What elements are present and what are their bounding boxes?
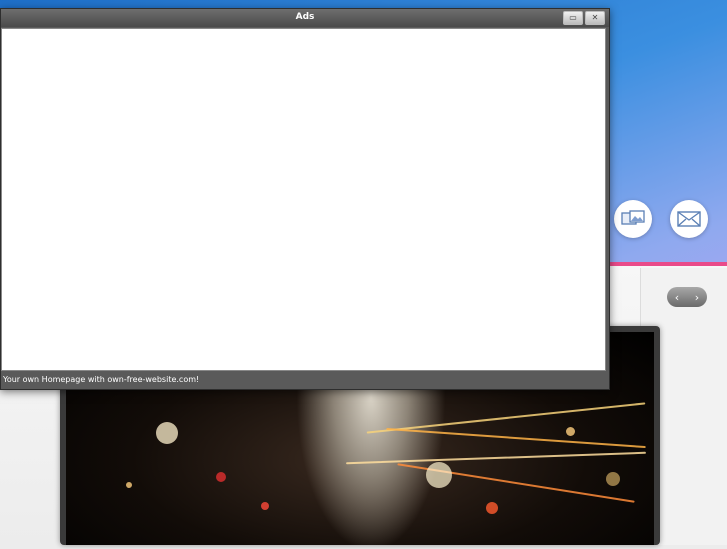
gallery-button[interactable]	[614, 200, 652, 238]
window-title: Ads	[295, 12, 315, 22]
maximize-icon: ▭	[569, 13, 577, 22]
maximize-button[interactable]: ▭	[563, 11, 583, 25]
contact-button[interactable]	[670, 200, 708, 238]
window-titlebar[interactable]: Ads ▭ ✕	[1, 9, 609, 27]
ad-content-area	[1, 28, 606, 371]
prev-arrow-button[interactable]: ‹	[675, 292, 679, 303]
next-arrow-button[interactable]: ›	[695, 292, 699, 303]
window-controls: ▭ ✕	[563, 11, 605, 25]
mail-icon	[677, 211, 701, 227]
close-icon: ✕	[591, 13, 599, 22]
close-button[interactable]: ✕	[585, 11, 605, 25]
slideshow-nav: ‹ ›	[667, 287, 707, 307]
photo-gallery-icon	[621, 210, 645, 225]
ads-window: Ads ▭ ✕ Your own Homepage with own-free-…	[0, 8, 610, 390]
window-footer-link[interactable]: Your own Homepage with own-free-website.…	[3, 375, 199, 384]
